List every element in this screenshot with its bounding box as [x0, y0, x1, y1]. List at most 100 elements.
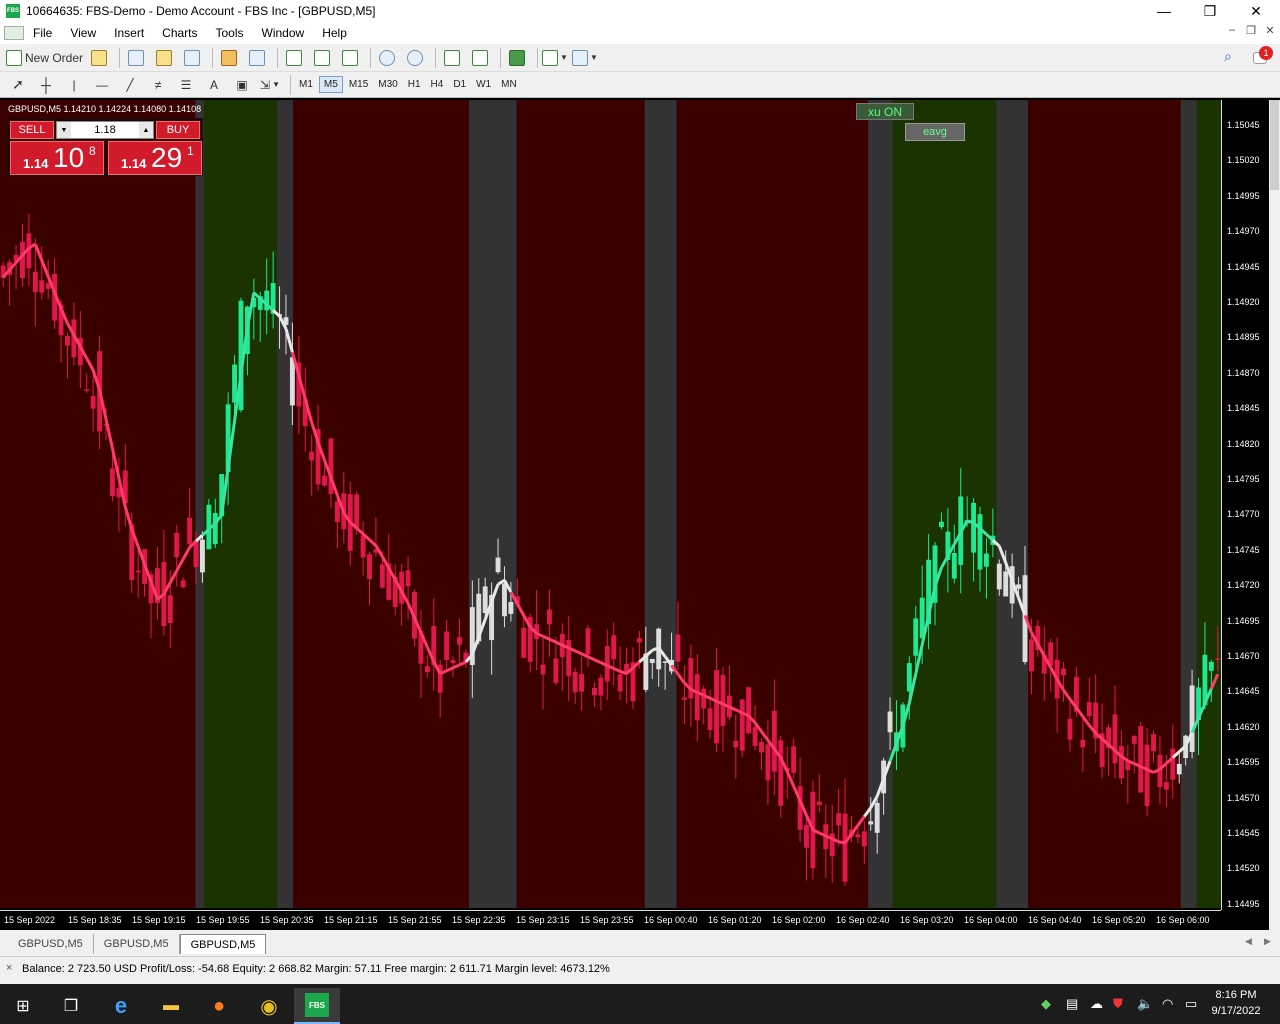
close-icon[interactable]: × — [6, 962, 12, 974]
line-chart-button[interactable] — [338, 47, 362, 69]
crosshair-button[interactable]: ┼ — [34, 74, 58, 96]
timeframe-m15[interactable]: M15 — [345, 77, 372, 92]
task-view-icon[interactable]: ❐ — [48, 988, 94, 1024]
maximize-button[interactable]: ❐ — [1187, 0, 1233, 22]
navigator-button[interactable] — [152, 47, 176, 69]
mdi-minimize-button[interactable]: – — [1223, 24, 1241, 36]
horizontal-line-button[interactable]: — — [90, 74, 114, 96]
menu-view[interactable]: View — [61, 26, 105, 40]
cloud-icon[interactable]: ☁ — [1090, 996, 1103, 1012]
menu-help[interactable]: Help — [313, 26, 356, 40]
price-axis-label: 1.14945 — [1227, 261, 1260, 272]
timeframe-mn[interactable]: MN — [497, 77, 521, 92]
timeframe-w1[interactable]: W1 — [472, 77, 495, 92]
cursor-button[interactable]: ➚ — [6, 74, 30, 96]
firefox-icon[interactable]: ● — [196, 988, 242, 1024]
bar-chart-button[interactable] — [282, 47, 306, 69]
search-icon[interactable]: ⌕ — [1224, 48, 1232, 65]
timeframe-h4[interactable]: H4 — [427, 77, 448, 92]
buy-price-box[interactable]: 1.14 29 1 — [108, 141, 202, 175]
text-label-button[interactable]: ▣ — [230, 74, 254, 96]
tile-windows-button[interactable] — [505, 47, 529, 69]
candle-body — [193, 541, 199, 568]
metatrader-app-icon[interactable]: FBS — [294, 988, 340, 1024]
candle-body — [1086, 702, 1092, 717]
timeframe-bar: M1 M5 M15 M30 H1 H4 D1 W1 MN — [295, 76, 523, 93]
fibonacci-button[interactable]: ☰ — [174, 74, 198, 96]
menu-charts[interactable]: Charts — [153, 26, 206, 40]
network-icon[interactable]: ▤ — [1066, 996, 1078, 1012]
tab-next-icon[interactable]: ▶ — [1264, 936, 1271, 947]
file-explorer-icon[interactable]: ▬ — [148, 988, 194, 1024]
arrows-button[interactable]: ⇲ ▼ — [258, 74, 282, 96]
security-shield-icon[interactable]: ⛊ — [1113, 996, 1123, 1012]
chart-window-icon[interactable] — [4, 26, 24, 40]
menu-insert[interactable]: Insert — [105, 26, 153, 40]
price-chart — [0, 100, 1221, 908]
lot-increase-icon[interactable]: ▲ — [138, 122, 153, 138]
timeframe-m1[interactable]: M1 — [295, 77, 317, 92]
strategy-tester-button[interactable] — [245, 47, 269, 69]
timeframe-m5[interactable]: M5 — [318, 76, 343, 93]
terminal-button[interactable] — [180, 47, 204, 69]
timeframe-d1[interactable]: D1 — [449, 77, 470, 92]
time-axis-label: 16 Sep 06:00 — [1156, 915, 1210, 925]
edge-browser-icon[interactable]: e — [98, 988, 144, 1024]
price-axis: 1.15045 1.15020 1.14995 1.14970 1.14945 1.149… — [1221, 100, 1269, 910]
lot-size-input[interactable]: ▼ 1.18 ▲ — [56, 121, 154, 139]
buy-button[interactable]: BUY — [156, 121, 200, 139]
timeframe-m30[interactable]: M30 — [374, 77, 401, 92]
price-axis-label: 1.14795 — [1227, 474, 1260, 484]
scrollbar-thumb[interactable] — [1270, 100, 1279, 190]
candle-body — [110, 468, 115, 497]
chart-shift-button[interactable] — [468, 47, 492, 69]
tab-prev-icon[interactable]: ◀ — [1245, 936, 1252, 947]
system-clock[interactable]: 8:16 PM 9/17/2022 — [1196, 987, 1276, 1019]
templates-button[interactable]: ▼ — [571, 47, 598, 69]
sell-button[interactable]: SELL — [10, 121, 54, 139]
data-window-button[interactable] — [124, 47, 148, 69]
metaeditor-button[interactable] — [217, 47, 241, 69]
menu-tools[interactable]: Tools — [207, 26, 253, 40]
new-order-button[interactable]: New Order — [6, 47, 83, 69]
eavg-button[interactable]: eavg — [905, 123, 965, 141]
market-watch-icon — [91, 49, 108, 66]
channel-button[interactable]: ≠ — [146, 74, 170, 96]
wifi-icon[interactable]: ◠ — [1162, 996, 1173, 1012]
candle-body — [90, 395, 96, 409]
lot-size-value: 1.18 — [94, 124, 116, 136]
vertical-line-button[interactable]: | — [62, 74, 86, 96]
menu-file[interactable]: File — [24, 26, 61, 40]
auto-scroll-button[interactable] — [440, 47, 464, 69]
close-button[interactable]: ✕ — [1233, 0, 1279, 22]
toolbar-separator — [119, 47, 121, 68]
tab-gbpusd-3[interactable]: GBPUSD,M5 — [179, 934, 267, 954]
chart-area[interactable] — [0, 98, 1280, 930]
mdi-close-button[interactable]: ✕ — [1261, 24, 1279, 37]
zoom-in-button[interactable] — [375, 47, 399, 69]
xu-toggle-button[interactable]: xu ON — [856, 103, 914, 120]
price-axis-label: 1.14770 — [1227, 509, 1260, 520]
indicators-icon — [542, 49, 559, 66]
mdi-restore-button[interactable]: ❐ — [1242, 24, 1260, 37]
zoom-out-button[interactable] — [403, 47, 427, 69]
text-button[interactable]: A — [202, 74, 226, 96]
notifications-button[interactable]: 1 — [1253, 46, 1275, 68]
start-windows-icon[interactable]: ⊞ — [0, 988, 46, 1024]
market-watch-button[interactable] — [87, 47, 111, 69]
tab-gbpusd-1[interactable]: GBPUSD,M5 — [8, 934, 94, 954]
tab-gbpusd-2[interactable]: GBPUSD,M5 — [94, 934, 180, 954]
tray-app-icon[interactable]: ◆ — [1041, 996, 1051, 1012]
indicators-button[interactable]: ▼ — [542, 47, 568, 69]
trendline-button[interactable]: ╱ — [118, 74, 142, 96]
lot-dropdown-icon[interactable]: ▼ — [57, 122, 71, 138]
minimize-button[interactable]: — — [1141, 0, 1187, 22]
vertical-scrollbar[interactable] — [1269, 100, 1280, 930]
menu-window[interactable]: Window — [253, 26, 314, 40]
volume-icon[interactable]: 🔈 — [1137, 996, 1153, 1012]
time-axis-label: 15 Sep 21:55 — [388, 915, 442, 925]
timeframe-h1[interactable]: H1 — [404, 77, 425, 92]
candlestick-button[interactable] — [310, 47, 334, 69]
sell-price-box[interactable]: 1.14 10 8 — [10, 141, 104, 175]
chrome-icon[interactable]: ◉ — [246, 988, 292, 1024]
